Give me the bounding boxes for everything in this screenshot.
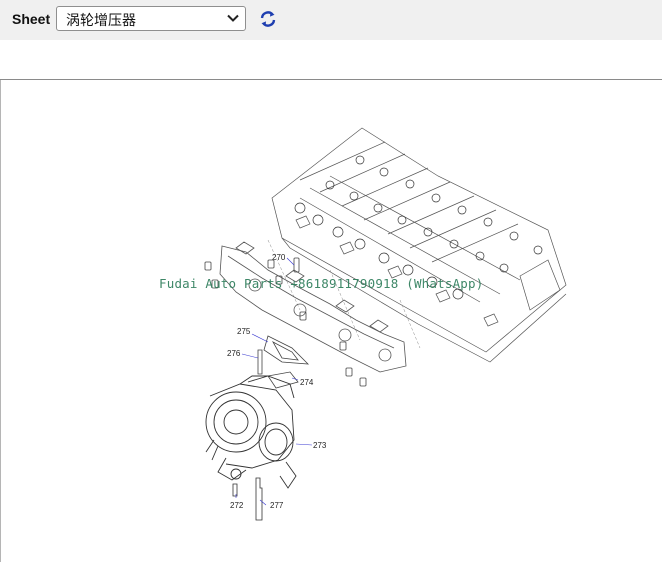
watermark: Fudai Auto Parts +8618911790918 (WhatsAp… xyxy=(159,276,484,291)
callout-276: 276 xyxy=(227,349,241,358)
toolbar: Sheet 涡轮增压器 xyxy=(0,0,662,40)
stud-and-gasket xyxy=(257,349,299,389)
callout-277: 277 xyxy=(270,501,284,510)
bolt-and-pipe xyxy=(232,477,263,521)
callout-272: 272 xyxy=(230,501,244,510)
callout-275: 275 xyxy=(237,327,251,336)
sheet-select-value: 涡轮增压器 xyxy=(66,13,136,29)
sheet-label: Sheet xyxy=(12,11,51,27)
callout-labels: 270 275 276 274 273 272 277 xyxy=(227,253,327,510)
cylinder-head xyxy=(271,127,567,363)
chevron-down-icon xyxy=(227,14,239,22)
turbocharger xyxy=(205,375,297,489)
callout-274: 274 xyxy=(300,378,314,387)
alignment-lines xyxy=(267,239,421,349)
parts-diagram: 270 275 276 274 273 272 277 xyxy=(204,127,567,521)
gasket xyxy=(263,335,310,365)
callout-273: 273 xyxy=(313,441,327,450)
callout-270: 270 xyxy=(272,253,286,262)
sheet-select[interactable]: 涡轮增压器 xyxy=(56,6,246,31)
refresh-icon[interactable] xyxy=(258,9,278,29)
